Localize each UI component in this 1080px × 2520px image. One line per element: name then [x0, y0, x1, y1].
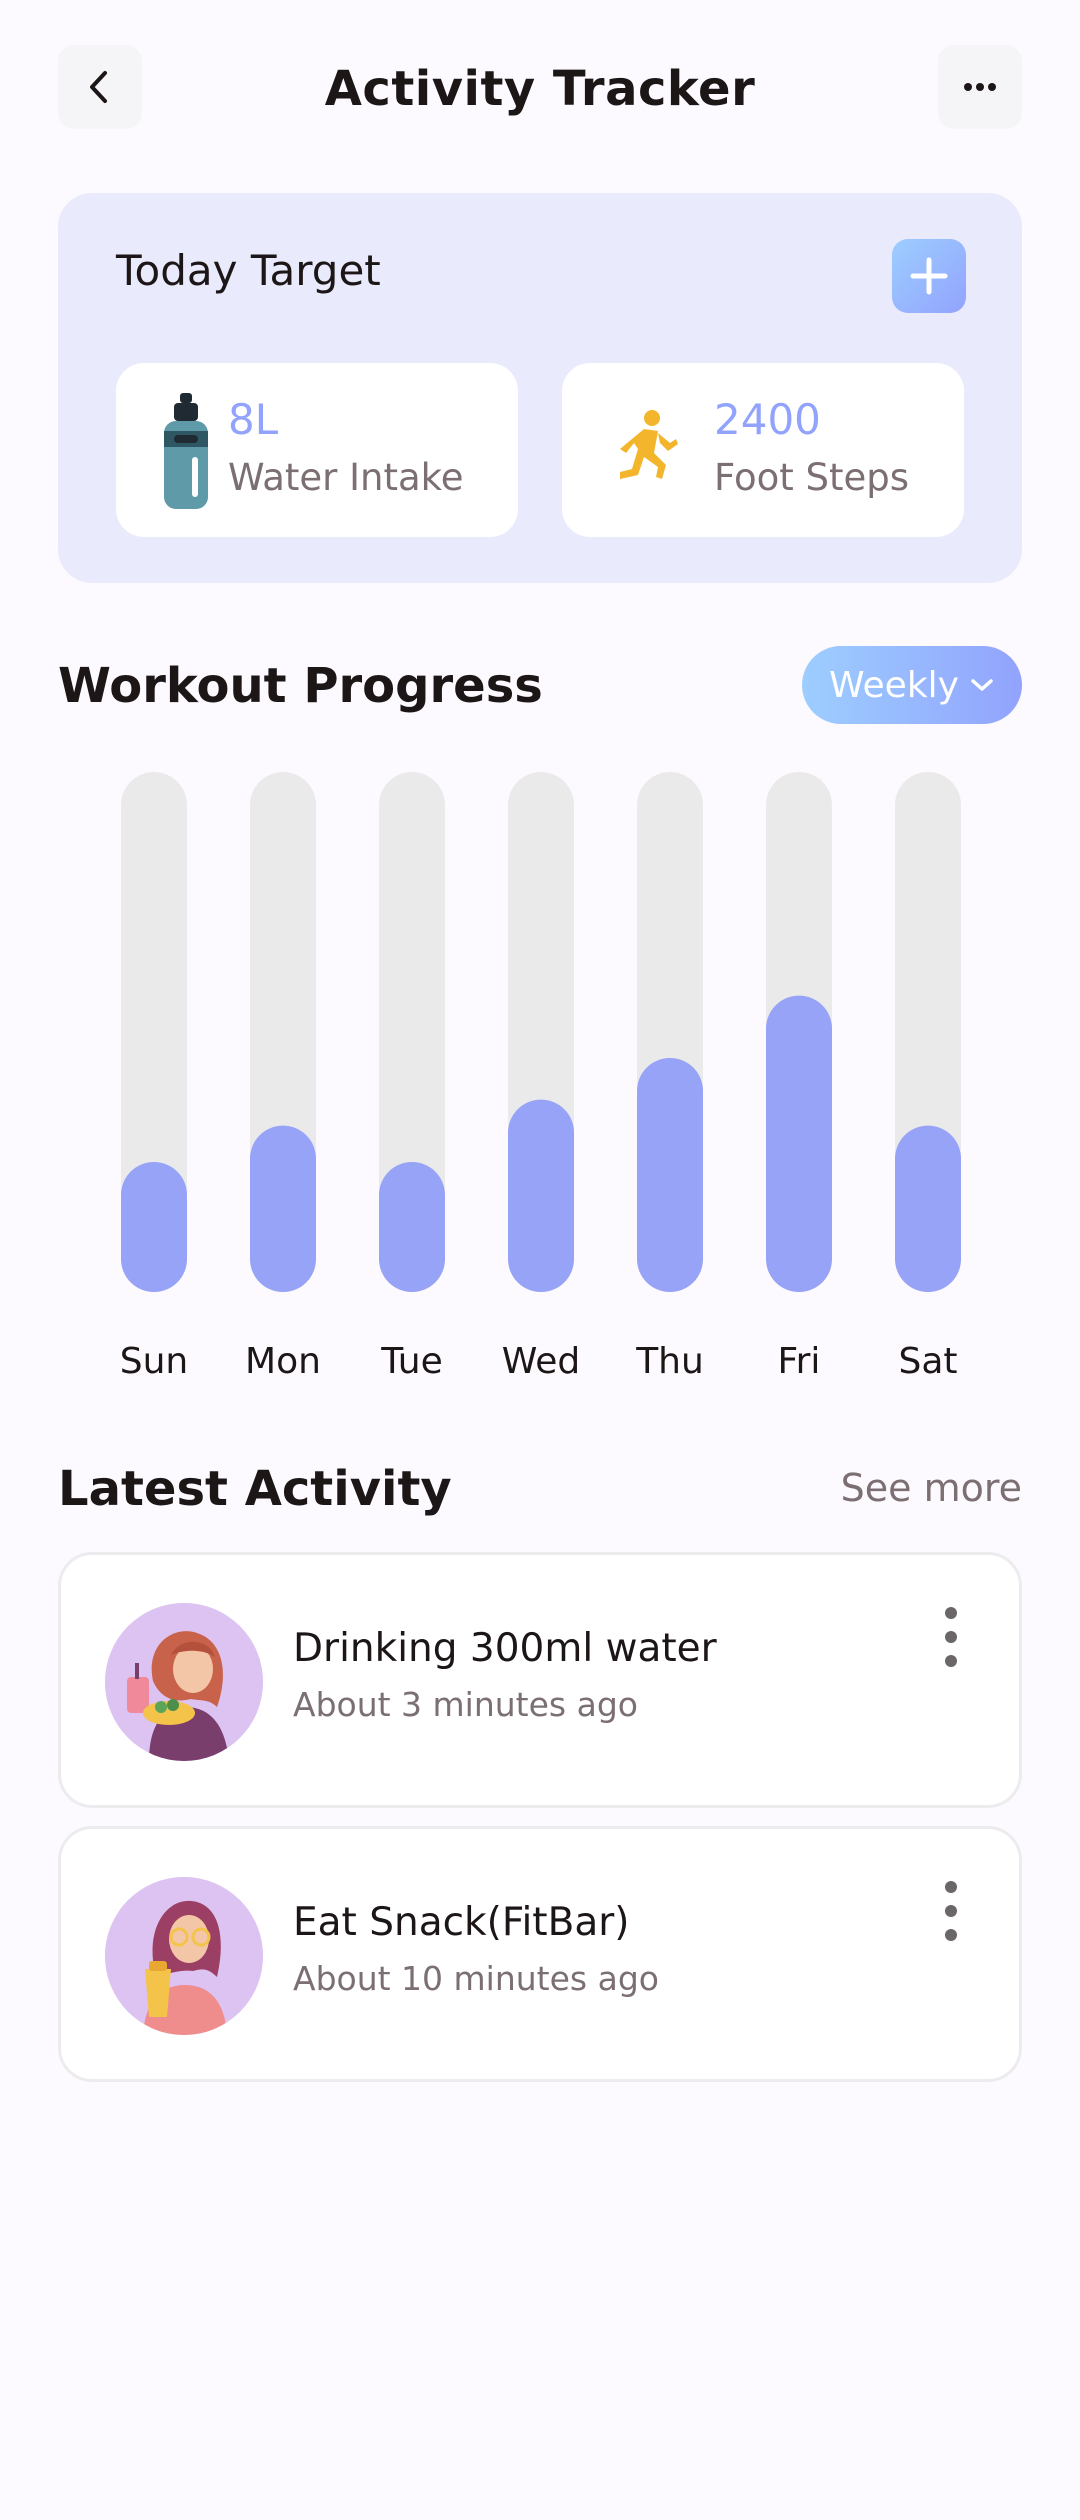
page-title: Activity Tracker: [324, 61, 756, 117]
tick-label-mon: Mon: [245, 1341, 321, 1382]
workout-progress-chart: Sun Mon Tue Wed Thu Fri Sat: [120, 772, 961, 1382]
tick-label-thu: Thu: [635, 1341, 704, 1382]
today-target-card: Today Target 8L Water Intake 2400 Foot S…: [58, 193, 1022, 583]
today-target-title: Today Target: [116, 246, 381, 295]
latest-activity-title: Latest Activity: [58, 1461, 452, 1517]
see-more-link[interactable]: See more: [841, 1462, 1022, 1514]
tick-label-sun: Sun: [120, 1341, 188, 1382]
bar-thu: [637, 1058, 703, 1292]
bar-group-tue: Tue: [379, 772, 445, 1382]
more-options-button[interactable]: [938, 45, 1022, 129]
activity-time: About 10 minutes ago: [293, 1959, 659, 1998]
bar-group-sun: Sun: [120, 772, 188, 1382]
more-horizontal-icon: [964, 83, 996, 91]
more-vertical-icon[interactable]: [931, 1607, 971, 1667]
bar-group-thu: Thu: [635, 772, 704, 1382]
water-intake-value: 8L: [228, 395, 279, 444]
activity-item[interactable]: Drinking 300ml water About 3 minutes ago: [58, 1552, 1022, 1808]
tick-label-tue: Tue: [380, 1341, 443, 1382]
bar-fri: [766, 995, 832, 1292]
bar-group-fri: Fri: [766, 772, 832, 1382]
tick-label-sat: Sat: [898, 1341, 957, 1382]
chevron-down-icon: [971, 679, 993, 691]
water-intake-tile[interactable]: 8L Water Intake: [116, 363, 518, 537]
activity-title: Eat Snack(FitBar): [293, 1900, 630, 1945]
bar-group-sat: Sat: [895, 772, 961, 1382]
woman-drinking-avatar: [105, 1603, 263, 1761]
bar-tue: [379, 1162, 445, 1292]
running-person-icon: [620, 410, 678, 479]
tick-label-fri: Fri: [778, 1341, 821, 1382]
foot-steps-tile[interactable]: 2400 Foot Steps: [562, 363, 964, 537]
tick-label-wed: Wed: [502, 1341, 581, 1382]
water-intake-label: Water Intake: [228, 456, 464, 499]
woman-snack-avatar: [105, 1877, 263, 2035]
period-dropdown[interactable]: Weekly: [802, 646, 1022, 724]
water-bottle-icon: [164, 393, 208, 509]
bar-wed: [508, 1099, 574, 1292]
plus-icon: [910, 257, 948, 295]
period-dropdown-label: Weekly: [829, 664, 959, 706]
foot-steps-value: 2400: [714, 395, 821, 444]
add-target-button[interactable]: [892, 239, 966, 313]
workout-progress-title: Workout Progress: [58, 658, 543, 714]
bar-group-mon: Mon: [245, 772, 321, 1382]
bar-mon: [250, 1125, 316, 1292]
bar-group-wed: Wed: [502, 772, 581, 1382]
more-vertical-icon[interactable]: [931, 1881, 971, 1941]
activity-title: Drinking 300ml water: [293, 1626, 717, 1671]
foot-steps-label: Foot Steps: [714, 456, 910, 499]
activity-item[interactable]: Eat Snack(FitBar) About 10 minutes ago: [58, 1826, 1022, 2082]
activity-time: About 3 minutes ago: [293, 1685, 638, 1724]
bar-sun: [121, 1162, 187, 1292]
bar-sat: [895, 1125, 961, 1292]
